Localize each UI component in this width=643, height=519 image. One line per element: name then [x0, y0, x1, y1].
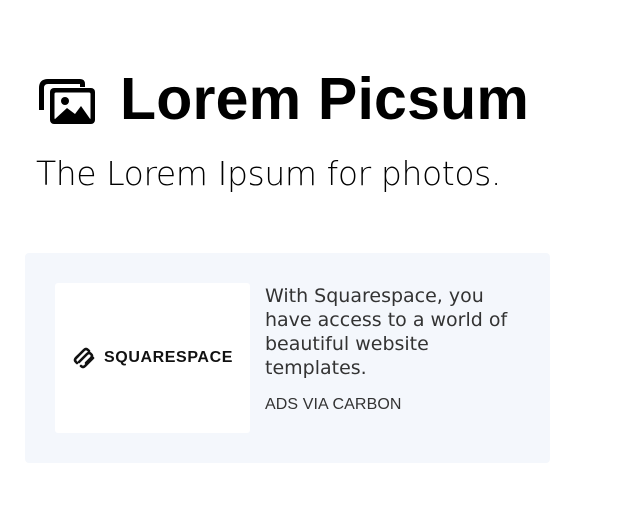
squarespace-logo: SQUARESPACE	[72, 347, 233, 369]
squarespace-ad-image-link[interactable]: SQUARESPACE	[55, 283, 250, 433]
carbon-ad: SQUARESPACE With Squarespace, you have a…	[25, 253, 550, 463]
site-header: Lorem Picsum	[36, 70, 529, 129]
site-tagline: The Lorem Ipsum for photos.	[36, 154, 501, 193]
lorem-picsum-page: Lorem Picsum The Lorem Ipsum for photos.…	[0, 0, 643, 519]
squarespace-brand-name: SQUARESPACE	[104, 349, 233, 366]
ads-via-carbon-link[interactable]: ADS VIA CARBON	[265, 395, 402, 415]
squarespace-logo-icon	[73, 347, 95, 369]
photos-icon	[39, 78, 95, 124]
site-title: Lorem Picsum	[120, 66, 529, 132]
ad-description-link[interactable]: With Squarespace, you have access to a w…	[265, 284, 530, 380]
